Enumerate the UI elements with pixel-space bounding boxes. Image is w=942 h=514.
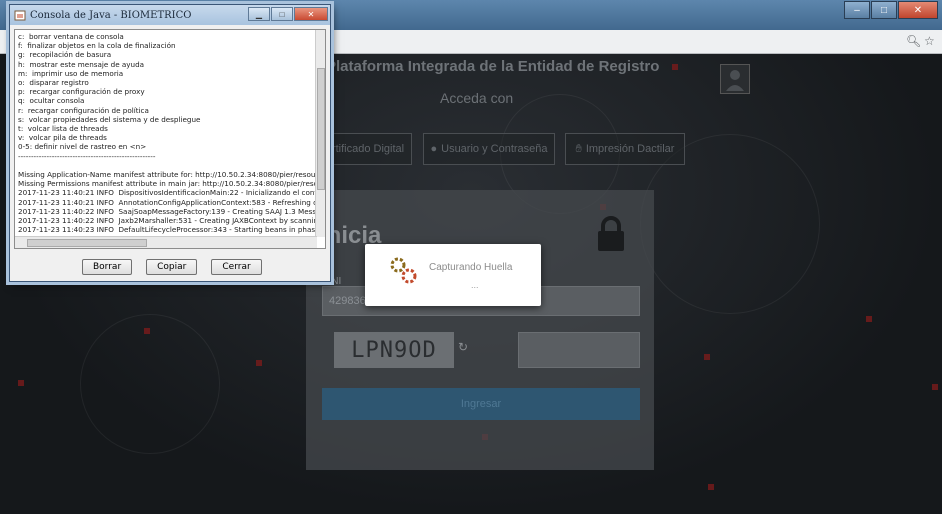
console-line: o: disparar registro [18,78,89,88]
gears-icon [390,257,417,284]
console-line: 0-5: definir nivel de rastreo en <n> [18,142,147,152]
clear-button[interactable]: Borrar [82,259,133,275]
method-fingerprint-button[interactable]: ✋︎ Impresión Dactilar [565,133,685,165]
console-line: 2017-11-23 11:40:21 INFO DispositivosIde… [18,188,326,198]
user-icon: ● [430,143,438,155]
star-icon[interactable]: ☆ [924,34,935,48]
minimize-button[interactable]: – [844,1,870,19]
refresh-captcha-icon[interactable]: ↻ [458,340,468,354]
login-subtitle: Acceda con [440,90,514,106]
console-line: t: volcar lista de threads [18,124,108,134]
console-line: g: recopilación de basura [18,50,112,60]
browser-window-controls: – □ ✕ [843,1,938,19]
method-user-password-button[interactable]: ● Usuario y Contraseña [423,133,555,165]
avatar[interactable] [720,64,750,94]
console-line: Missing Permissions manifest attribute i… [18,179,326,189]
scroll-thumb[interactable] [27,239,147,247]
java-console-window: Consola de Java - BIOMETRICO ▁ □ ✕ c: bo… [9,4,331,282]
console-line: r: recargar configuración de política [18,105,149,115]
method-label: Impresión Dactilar [585,143,675,155]
console-line: s: volcar propiedades del sistema y de d… [18,114,201,124]
copy-button[interactable]: Copiar [146,259,198,275]
console-line: f: finalizar objetos en la cola de final… [18,41,176,51]
captcha-input[interactable] [518,332,640,368]
decor-circle [80,314,220,454]
console-line: q: ocultar consola [18,96,85,106]
user-icon [726,70,744,91]
decor-dot [704,354,710,360]
console-line: v: volcar pila de threads [18,133,107,143]
scroll-thumb[interactable] [317,68,325,190]
java-console-title: Consola de Java - BIOMETRICO [30,9,192,21]
method-label: Usuario y Contraseña [441,143,548,155]
console-line: 2017-11-23 11:40:21 INFO AnnotationConfi… [18,197,321,207]
java-minimize-button[interactable]: ▁ [248,7,270,21]
modal-message: Capturando Huella [429,262,513,273]
vertical-scrollbar[interactable] [315,30,325,237]
java-maximize-button[interactable]: □ [271,7,293,21]
capture-modal: Capturando Huella ... [365,244,541,306]
magnifier-icon[interactable]: 🔍︎ [906,34,921,48]
decor-dot [866,316,872,322]
console-line: c: borrar ventana de consola [18,32,124,41]
console-line: 2017-11-23 11:40:23 INFO DefaultLifecycl… [18,225,326,235]
console-line: 2017-11-23 11:40:22 INFO Jaxb2Marshaller… [18,216,323,226]
horizontal-scrollbar[interactable] [15,236,317,248]
close-button[interactable]: ✕ [898,1,938,19]
decor-dot [932,384,938,390]
console-text: c: borrar ventana de consola f: finalizar… [18,32,326,235]
decor-dot [18,380,24,386]
submit-button[interactable]: Ingresar [322,388,640,420]
fingerprint-icon: ✋︎ [575,142,582,155]
page-title: Plataforma Integrada de la Entidad de Re… [326,58,660,75]
maximize-button[interactable]: □ [871,1,897,19]
java-console-window-controls: ▁ □ ✕ [247,7,328,21]
lock-icon [598,216,624,251]
close-console-button[interactable]: Cerrar [211,259,262,275]
modal-progress: ... [471,280,479,290]
java-icon [14,10,26,21]
decor-dot [144,328,150,334]
decor-dot [708,484,714,490]
decor-dot [256,360,262,366]
console-line: Missing Application-Name manifest attrib… [18,170,323,180]
console-line: ----------------------------------------… [18,151,156,161]
console-output[interactable]: c: borrar ventana de consola f: finalizar… [14,29,326,249]
java-close-button[interactable]: ✕ [294,7,328,21]
login-card: Inicia DNI 42983609 LPN9OD ↻ Ingresar [306,190,654,470]
console-buttons: Borrar Copiar Cerrar [82,259,262,275]
console-line: m: imprimir uso de memoria [18,68,124,78]
console-line: 2017-11-23 11:40:22 INFO SaajSoapMessage… [18,206,321,216]
console-line: h: mostrar este mensaje de ayuda [18,59,145,69]
console-line: p: recargar configuración de proxy [18,87,145,97]
captcha-image: LPN9OD [334,332,454,368]
